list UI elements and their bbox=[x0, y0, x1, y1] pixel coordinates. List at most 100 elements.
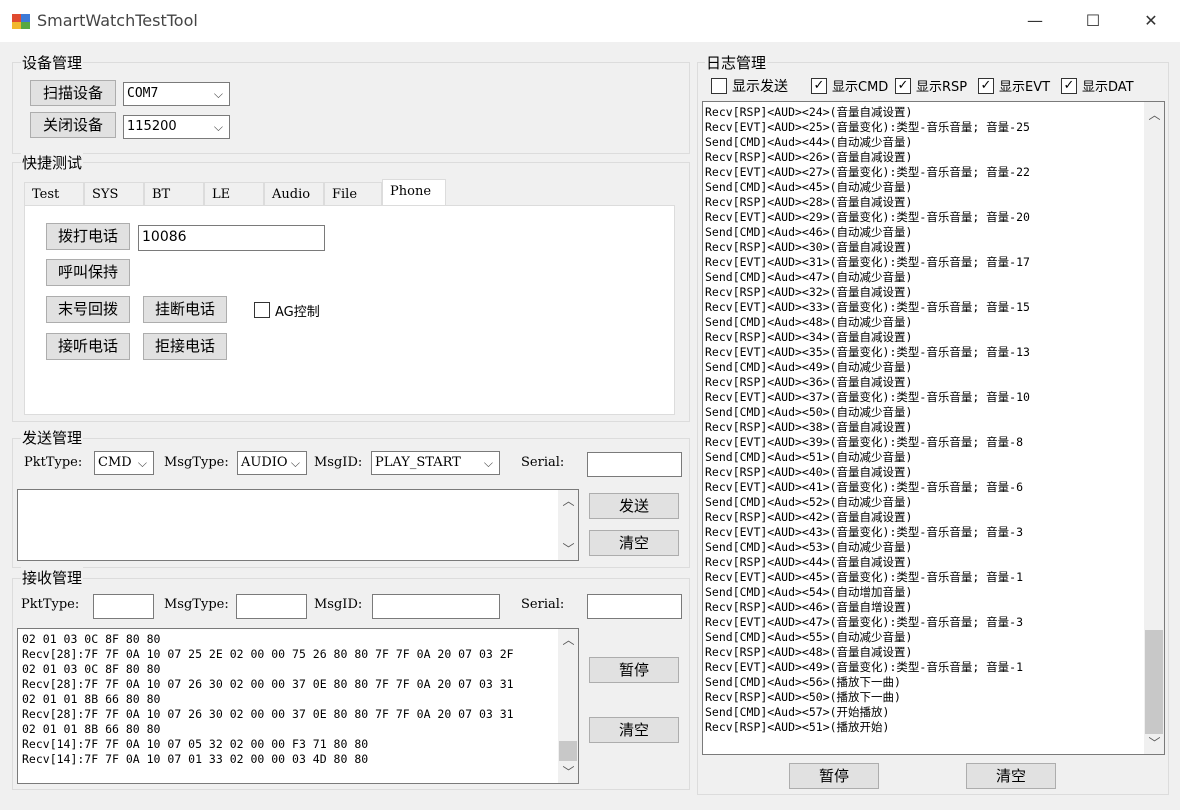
log-line: Recv[RSP]<AUD><42>(音量自减设置) bbox=[705, 510, 913, 524]
recv-serial-field bbox=[587, 594, 682, 619]
ag-control-label: AG控制 bbox=[275, 305, 320, 320]
send-msgid-select[interactable]: PLAY_START ⌵ bbox=[371, 451, 500, 475]
send-group-label: 发送管理 bbox=[21, 427, 84, 448]
chevron-down-icon: ⌵ bbox=[137, 456, 147, 470]
send-payload-scrollbar[interactable]: ︿ ﹀ bbox=[558, 490, 578, 560]
send-clear-button[interactable]: 清空 bbox=[589, 530, 679, 556]
log-output-area[interactable]: Recv[RSP]<AUD><24>(音量自减设置) Recv[EVT]<AUD>… bbox=[702, 101, 1165, 755]
dial-number-input[interactable]: 10086 bbox=[138, 225, 325, 251]
send-pkttype-select[interactable]: CMD ⌵ bbox=[94, 451, 154, 475]
log-line: Recv[RSP]<AUD><38>(音量自减设置) bbox=[705, 420, 913, 434]
answer-call-button[interactable]: 接听电话 bbox=[46, 333, 130, 360]
scroll-thumb[interactable] bbox=[559, 741, 577, 761]
scroll-down-icon[interactable]: ﹀ bbox=[560, 763, 577, 780]
scroll-down-icon[interactable]: ﹀ bbox=[1146, 734, 1163, 751]
log-line: Recv[RSP]<AUD><40>(音量自减设置) bbox=[705, 465, 913, 479]
tab-phone[interactable]: Phone bbox=[382, 179, 446, 206]
log-group-label: 日志管理 bbox=[705, 52, 768, 73]
recv-data-line: 02 01 03 0C 8F 80 80 bbox=[22, 632, 161, 646]
recv-pause-button[interactable]: 暂停 bbox=[589, 657, 679, 683]
log-pause-button[interactable]: 暂停 bbox=[789, 763, 879, 789]
log-line: Send[CMD]<Aud><49>(自动减少音量) bbox=[705, 360, 913, 374]
log-line: Recv[EVT]<AUD><39>(音量变化):类型-音乐音量; 音量-8 bbox=[705, 435, 1024, 449]
tab-file[interactable]: File bbox=[324, 182, 382, 205]
tab-sys[interactable]: SYS bbox=[84, 182, 144, 205]
filter-rsp-checkbox[interactable]: ✓ bbox=[895, 78, 911, 94]
send-msgid-value: PLAY_START bbox=[375, 455, 461, 470]
log-line: Recv[RSP]<AUD><36>(音量自减设置) bbox=[705, 375, 913, 389]
recv-data-scrollbar[interactable]: ︿ ﹀ bbox=[558, 629, 578, 783]
close-button[interactable]: ✕ bbox=[1128, 8, 1174, 34]
recv-clear-button[interactable]: 清空 bbox=[589, 717, 679, 743]
send-pkttype-value: CMD bbox=[98, 455, 132, 470]
log-line: Recv[EVT]<AUD><49>(音量变化):类型-音乐音量; 音量-1 bbox=[705, 660, 1024, 674]
log-line: Recv[EVT]<AUD><47>(音量变化):类型-音乐音量; 音量-3 bbox=[705, 615, 1024, 629]
tab-test[interactable]: Test bbox=[24, 182, 84, 205]
port-select[interactable]: COM7 ⌵ bbox=[123, 82, 230, 106]
recv-data-line: 02 01 01 8B 66 80 80 bbox=[22, 692, 161, 706]
log-line: Send[CMD]<Aud><50>(自动减少音量) bbox=[705, 405, 913, 419]
tab-le[interactable]: LE bbox=[204, 182, 264, 205]
log-output-text: Recv[RSP]<AUD><24>(音量自减设置) Recv[EVT]<AUD>… bbox=[705, 105, 1143, 745]
send-msgtype-select[interactable]: AUDIO ⌵ bbox=[237, 451, 307, 475]
ag-control-checkbox[interactable] bbox=[254, 302, 270, 318]
scroll-up-icon[interactable]: ︿ bbox=[560, 492, 577, 509]
redial-button[interactable]: 末号回拨 bbox=[46, 296, 130, 323]
log-scrollbar[interactable]: ︿ ﹀ bbox=[1144, 102, 1164, 754]
filter-rsp-label: 显示RSP bbox=[916, 80, 968, 95]
recv-data-line: Recv[14]:7F 7F 0A 10 07 01 33 02 00 00 0… bbox=[22, 752, 369, 766]
minimize-button[interactable]: — bbox=[1012, 8, 1058, 34]
filter-cmd-checkbox[interactable]: ✓ bbox=[811, 78, 827, 94]
window-title: SmartWatchTestTool bbox=[37, 11, 198, 30]
baud-select[interactable]: 115200 ⌵ bbox=[123, 115, 230, 139]
send-payload-textarea[interactable] bbox=[17, 489, 579, 561]
recv-data-line: Recv[28]:7F 7F 0A 10 07 25 2E 02 00 00 7… bbox=[22, 647, 514, 661]
filter-dat-checkbox[interactable]: ✓ bbox=[1061, 78, 1077, 94]
dial-button[interactable]: 拨打电话 bbox=[46, 223, 130, 250]
app-icon bbox=[11, 11, 31, 31]
log-line: Recv[EVT]<AUD><27>(音量变化):类型-音乐音量; 音量-22 bbox=[705, 165, 1030, 179]
log-line: Send[CMD]<Aud><56>(播放下一曲) bbox=[705, 675, 901, 689]
log-clear-button[interactable]: 清空 bbox=[966, 763, 1056, 789]
log-line: Recv[RSP]<AUD><50>(播放下一曲) bbox=[705, 690, 901, 704]
log-line: Send[CMD]<Aud><46>(自动减少音量) bbox=[705, 225, 913, 239]
tab-audio[interactable]: Audio bbox=[264, 182, 324, 205]
log-line: Recv[EVT]<AUD><43>(音量变化):类型-音乐音量; 音量-3 bbox=[705, 525, 1024, 539]
scroll-up-icon[interactable]: ︿ bbox=[560, 631, 577, 648]
send-msgtype-label: MsgType: bbox=[164, 455, 229, 470]
send-serial-input[interactable] bbox=[587, 452, 682, 477]
send-msgid-label: MsgID: bbox=[314, 455, 363, 470]
scroll-down-icon[interactable]: ﹀ bbox=[560, 540, 577, 557]
log-line: Recv[EVT]<AUD><35>(音量变化):类型-音乐音量; 音量-13 bbox=[705, 345, 1030, 359]
device-group bbox=[12, 62, 690, 154]
receive-group-label: 接收管理 bbox=[21, 567, 84, 588]
log-line: Send[CMD]<Aud><45>(自动减少音量) bbox=[705, 180, 913, 194]
baud-value: 115200 bbox=[127, 119, 177, 134]
send-pkttype-label: PktType: bbox=[24, 455, 83, 470]
reject-call-button[interactable]: 拒接电话 bbox=[143, 333, 227, 360]
send-serial-label: Serial: bbox=[521, 455, 565, 470]
log-line: Send[CMD]<Aud><55>(自动减少音量) bbox=[705, 630, 913, 644]
close-device-button[interactable]: 关闭设备 bbox=[30, 112, 116, 138]
log-line: Recv[RSP]<AUD><30>(音量自减设置) bbox=[705, 240, 913, 254]
recv-data-area[interactable]: 02 01 03 0C 8F 80 80 Recv[28]:7F 7F 0A 10… bbox=[17, 628, 579, 784]
log-line: Recv[RSP]<AUD><26>(音量自减设置) bbox=[705, 150, 913, 164]
filter-send-label: 显示发送 bbox=[732, 79, 788, 95]
log-line: Recv[RSP]<AUD><28>(音量自减设置) bbox=[705, 195, 913, 209]
maximize-button[interactable]: ☐ bbox=[1070, 8, 1116, 34]
chevron-down-icon: ⌵ bbox=[290, 456, 300, 470]
scroll-up-icon[interactable]: ︿ bbox=[1146, 106, 1163, 123]
send-button[interactable]: 发送 bbox=[589, 493, 679, 519]
log-line: Send[CMD]<Aud><51>(自动减少音量) bbox=[705, 450, 913, 464]
hold-call-button[interactable]: 呼叫保持 bbox=[46, 259, 130, 286]
recv-msgid-field bbox=[372, 594, 500, 619]
log-line: Recv[EVT]<AUD><37>(音量变化):类型-音乐音量; 音量-10 bbox=[705, 390, 1030, 404]
scan-device-button[interactable]: 扫描设备 bbox=[30, 80, 116, 106]
hangup-button[interactable]: 挂断电话 bbox=[143, 296, 227, 323]
device-group-label: 设备管理 bbox=[21, 52, 84, 73]
filter-send-checkbox[interactable] bbox=[711, 78, 727, 94]
filter-evt-checkbox[interactable]: ✓ bbox=[978, 78, 994, 94]
tab-bt[interactable]: BT bbox=[144, 182, 204, 205]
log-line: Recv[RSP]<AUD><48>(音量自减设置) bbox=[705, 645, 913, 659]
scroll-thumb[interactable] bbox=[1145, 630, 1163, 734]
